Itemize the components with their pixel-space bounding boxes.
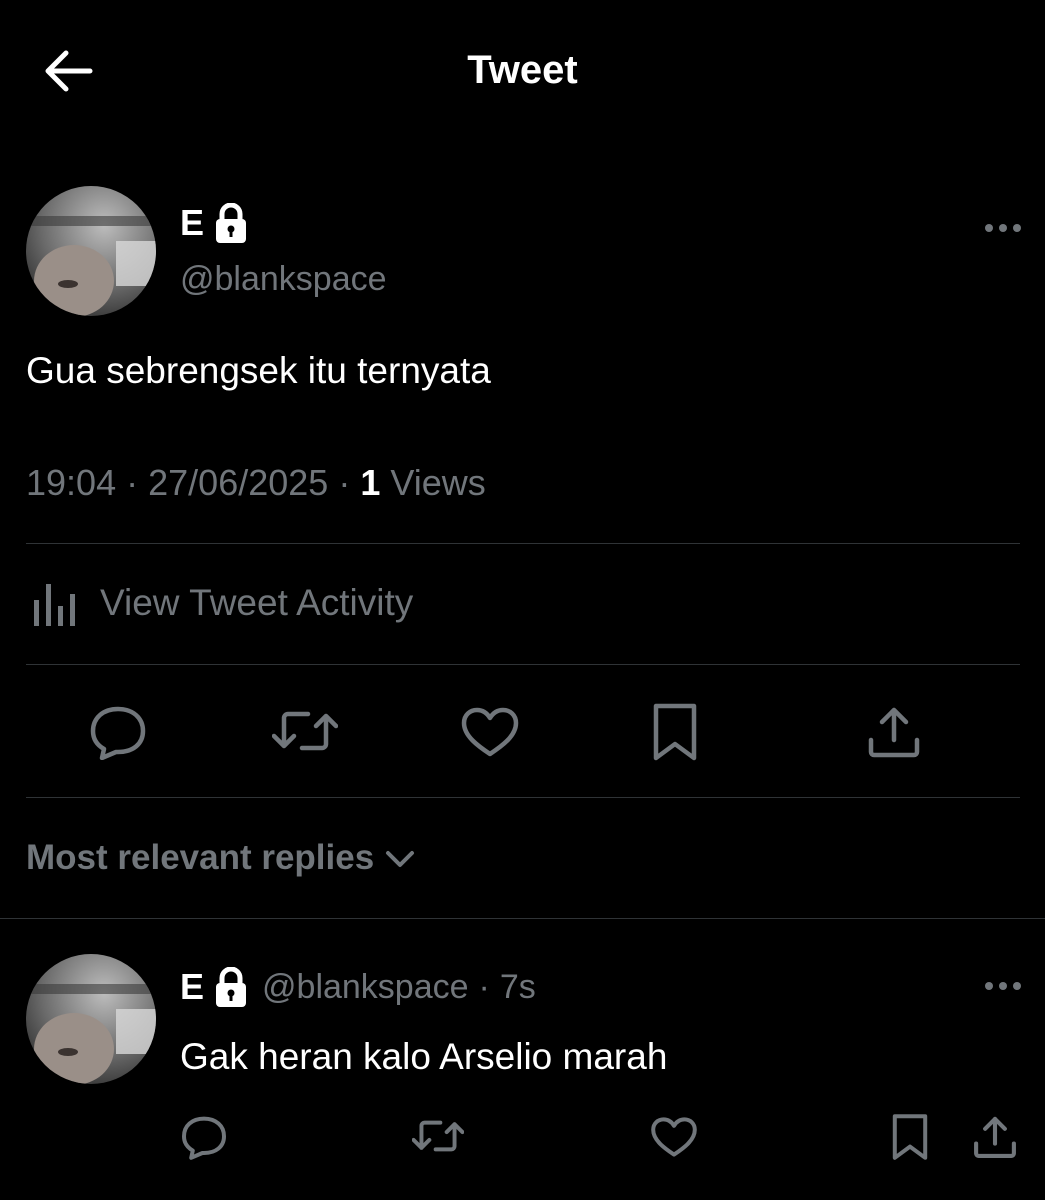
reply-retweet-button[interactable] — [412, 1116, 464, 1156]
tweet-meta: 19:04 · 27/06/2025 · 1 Views — [26, 462, 486, 504]
activity-label: View Tweet Activity — [100, 582, 414, 623]
tweet-date: 27/06/2025 — [148, 462, 329, 503]
meta-separator: · — [126, 462, 139, 503]
reply-like-button[interactable] — [650, 1116, 698, 1158]
analytics-icon — [34, 584, 75, 626]
reply-handle[interactable]: @blankspace — [262, 968, 469, 1007]
divider — [26, 543, 1020, 544]
author-handle[interactable]: @blankspace — [180, 260, 387, 299]
replies-sort-label: Most relevant replies — [26, 838, 375, 877]
reply-bookmark-button[interactable] — [890, 1112, 930, 1162]
divider — [0, 918, 1045, 919]
divider — [26, 797, 1020, 798]
reply-header: E @blankspace · 7s — [180, 966, 536, 1008]
views-label: Views — [390, 462, 486, 503]
reply-more-icon[interactable] — [982, 974, 1024, 998]
reply-reply-button[interactable] — [180, 1114, 228, 1160]
like-button[interactable] — [460, 706, 520, 758]
reply-avatar[interactable] — [26, 954, 156, 1084]
reply-icon — [182, 1116, 226, 1160]
divider — [26, 664, 1020, 665]
like-icon — [651, 1117, 697, 1157]
reply-button[interactable] — [88, 704, 148, 760]
lock-icon — [214, 967, 248, 1007]
bookmark-icon — [653, 703, 697, 761]
reply-share-button[interactable] — [972, 1114, 1018, 1160]
bookmark-button[interactable] — [650, 702, 700, 762]
reply-text: Gak heran kalo Arselio marah — [180, 1036, 668, 1077]
reply-display-name[interactable]: E — [180, 966, 204, 1008]
bookmark-icon — [892, 1114, 928, 1160]
page-title: Tweet — [467, 48, 578, 92]
avatar[interactable] — [26, 186, 156, 316]
retweet-icon — [412, 1120, 464, 1152]
meta-separator: · — [338, 462, 351, 503]
reply-icon — [90, 706, 146, 760]
tweet-text: Gua sebrengsek itu ternyata — [26, 350, 491, 391]
chevron-down-icon — [386, 851, 415, 867]
share-icon — [868, 707, 920, 758]
tweet-time: 19:04 — [26, 462, 117, 503]
author-display-name[interactable]: E — [180, 202, 204, 244]
share-icon — [974, 1116, 1016, 1158]
reply-age: 7s — [499, 967, 536, 1006]
like-icon — [461, 707, 519, 757]
view-tweet-activity[interactable]: View Tweet Activity — [30, 580, 413, 626]
retweet-button[interactable] — [272, 706, 338, 756]
reply-separator: · — [478, 967, 490, 1006]
lock-icon — [214, 203, 248, 243]
replies-sort-dropdown[interactable]: Most relevant replies — [26, 838, 418, 878]
retweet-icon — [272, 711, 338, 751]
more-icon[interactable] — [982, 216, 1024, 240]
views-count: 1 — [360, 462, 381, 503]
share-button[interactable] — [866, 704, 922, 760]
